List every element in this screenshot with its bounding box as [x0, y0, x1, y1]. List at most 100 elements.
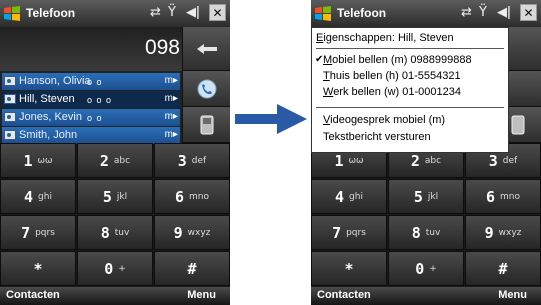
key-digit: * — [344, 259, 354, 278]
title-bar: Telefoon ⇄ Ÿ ◀ǀ ✕ — [0, 0, 230, 27]
key-0[interactable]: 0 + — [77, 251, 153, 286]
backspace-button[interactable] — [182, 27, 230, 71]
contact-name: Smith, John — [19, 129, 78, 141]
key-letters: tuv — [425, 227, 441, 238]
volume-icon[interactable]: ◀ǀ — [497, 5, 511, 20]
contact-context-menu: Eigenschappen: Hill, Steven ✔ Mobiel bell… — [311, 27, 509, 153]
soft-key-bar: Contacten Menu — [0, 287, 230, 305]
windows-start-icon[interactable] — [314, 5, 332, 22]
key-digit: # — [498, 259, 508, 278]
key-star[interactable]: * — [311, 251, 387, 286]
loading-dots-icon: o o o — [87, 95, 113, 105]
key-digit: 6 — [174, 187, 185, 206]
contact-item[interactable]: Hanson, Olivia o o m▸ — [2, 73, 180, 90]
key-star[interactable]: * — [0, 251, 76, 286]
contact-phone-type: m▸ — [164, 111, 178, 122]
key-digit: # — [187, 259, 197, 278]
signal-icon[interactable]: Ÿ — [168, 5, 176, 20]
volume-icon[interactable]: ◀ǀ — [186, 5, 200, 20]
key-digit: 1 — [23, 151, 33, 170]
close-icon[interactable]: ✕ — [209, 4, 226, 21]
contact-name: Hanson, Olivia — [19, 75, 91, 87]
menu-label: igenschappen: Hill, Steven — [323, 32, 454, 44]
contact-item-selected[interactable]: Hill, Steven o o o m▸ — [2, 91, 180, 108]
key-digit: 4 — [335, 187, 345, 206]
key-8[interactable]: 8 tuv — [77, 215, 153, 250]
key-letters: def — [502, 155, 518, 166]
contact-item[interactable]: Jones, Kevin o o m▸ — [2, 109, 180, 126]
key-6[interactable]: 6 mno — [465, 179, 541, 214]
contact-phone-type: m▸ — [164, 75, 178, 86]
contact-item[interactable]: Smith, John m▸ — [2, 127, 180, 144]
phone-device-icon — [200, 115, 213, 134]
key-2[interactable]: 2 abc — [77, 143, 153, 178]
speaker-button[interactable] — [182, 107, 230, 143]
menu-item-send-text[interactable]: Tekstbericht versturen — [323, 131, 431, 143]
phone-screen-right: Telefoon ⇄ Ÿ ◀ǀ ✕ 1 ωω 2 abc 3 def 4 ghi 5 jk… — [311, 0, 541, 305]
menu-label: ideogesprek mobiel (m) — [330, 114, 446, 126]
key-hash[interactable]: # — [465, 251, 541, 286]
key-digit: 0 — [104, 259, 114, 278]
call-button[interactable] — [182, 71, 230, 107]
sync-icon[interactable]: ⇄ — [150, 5, 161, 20]
key-letters: + — [118, 263, 126, 274]
key-letters: abc — [424, 155, 442, 166]
check-icon: ✔ — [315, 54, 324, 65]
menu-label: erk bellen (w) 01-0001234 — [333, 86, 461, 98]
menu-item-call-home[interactable]: Thuis bellen (h) 01-5554321 — [323, 70, 461, 82]
key-6[interactable]: 6 mno — [154, 179, 230, 214]
soft-key-menu[interactable]: Menu — [498, 289, 527, 301]
key-digit: 1 — [334, 151, 344, 170]
menu-item-video-call[interactable]: Videogesprek mobiel (m) — [323, 114, 445, 126]
key-7[interactable]: 7 pqrs — [311, 215, 387, 250]
dial-keypad: 1 ωω 2 abc 3 def 4 ghi 5 jkl 6 mno 7 pqrs 8 tuv … — [0, 143, 230, 287]
key-9[interactable]: 9 wxyz — [154, 215, 230, 250]
key-letters: jkl — [116, 191, 128, 202]
menu-label: obiel bellen (m) 0988999888 — [332, 54, 472, 66]
menu-item-call-work[interactable]: Werk bellen (w) 01-0001234 — [323, 86, 461, 98]
key-letters: mno — [500, 191, 520, 202]
menu-accelerator: M — [323, 54, 333, 66]
phone-device-icon — [511, 115, 524, 134]
key-letters: + — [429, 263, 437, 274]
key-1[interactable]: 1 ωω — [0, 143, 76, 178]
key-0[interactable]: 0 + — [388, 251, 464, 286]
sync-icon[interactable]: ⇄ — [461, 5, 472, 20]
menu-label: huis bellen (h) 01-5554321 — [329, 70, 461, 82]
menu-item-properties[interactable]: Eigenschappen: Hill, Steven — [316, 32, 454, 44]
right-arrow-icon — [235, 104, 307, 134]
key-4[interactable]: 4 ghi — [0, 179, 76, 214]
key-5[interactable]: 5 jkl — [77, 179, 153, 214]
close-icon[interactable]: ✕ — [520, 4, 537, 21]
key-5[interactable]: 5 jkl — [388, 179, 464, 214]
menu-item-call-mobile[interactable]: ✔ Mobiel bellen (m) 0988999888 — [315, 54, 472, 66]
soft-key-contacts[interactable]: Contacten — [6, 289, 60, 301]
key-digit: 3 — [177, 151, 187, 170]
key-digit: * — [33, 259, 43, 278]
key-letters: ghi — [38, 191, 52, 202]
key-digit: 9 — [484, 223, 494, 242]
title-bar: Telefoon ⇄ Ÿ ◀ǀ ✕ — [311, 0, 541, 27]
key-letters: ωω — [37, 155, 53, 166]
contact-card-icon — [4, 94, 16, 104]
contact-card-icon — [4, 130, 16, 140]
contact-card-icon — [4, 76, 16, 86]
key-digit: 0 — [415, 259, 425, 278]
key-7[interactable]: 7 pqrs — [0, 215, 76, 250]
key-3[interactable]: 3 def — [154, 143, 230, 178]
key-4[interactable]: 4 ghi — [311, 179, 387, 214]
menu-separator — [316, 48, 504, 49]
key-letters: ghi — [349, 191, 363, 202]
key-hash[interactable]: # — [154, 251, 230, 286]
contact-name: Hill, Steven — [19, 93, 75, 105]
key-9[interactable]: 9 wxyz — [465, 215, 541, 250]
soft-key-contacts[interactable]: Contacten — [317, 289, 371, 301]
key-digit: 7 — [21, 223, 31, 242]
soft-key-menu[interactable]: Menu — [187, 289, 216, 301]
backspace-icon — [196, 43, 217, 54]
menu-accelerator: T — [323, 70, 330, 82]
windows-start-icon[interactable] — [3, 5, 21, 22]
key-8[interactable]: 8 tuv — [388, 215, 464, 250]
phone-call-icon — [197, 79, 216, 98]
signal-icon[interactable]: Ÿ — [479, 5, 487, 20]
